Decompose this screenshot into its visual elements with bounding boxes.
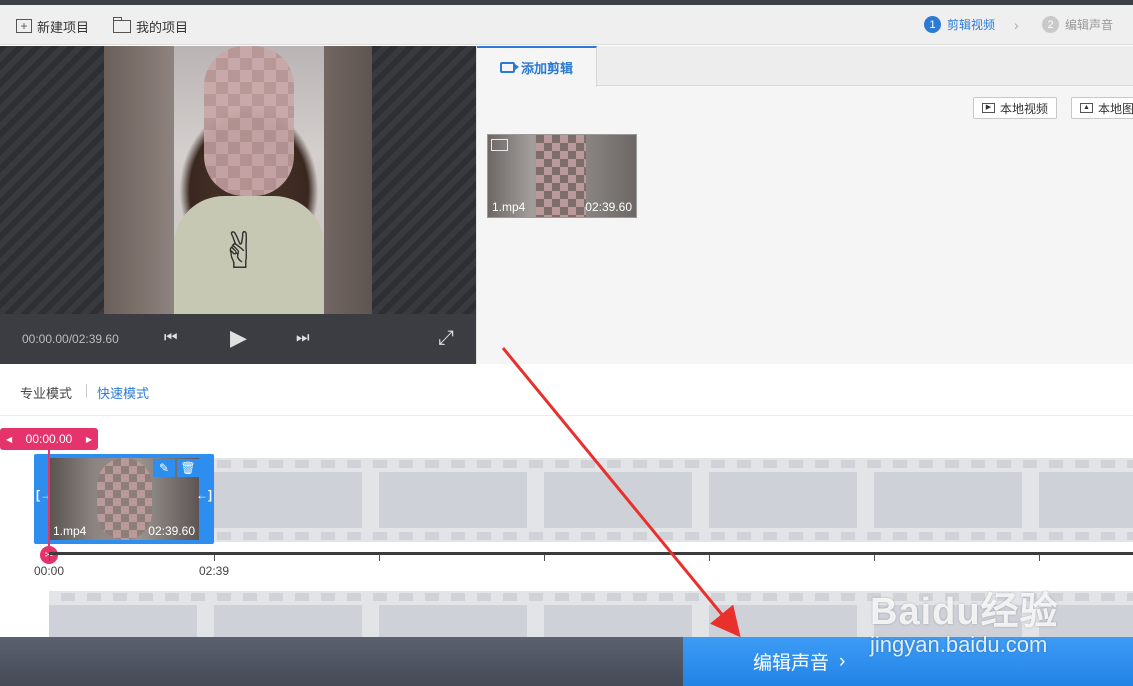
folder-icon bbox=[113, 16, 131, 33]
video-preview[interactable]: ✌ bbox=[0, 46, 476, 314]
new-project-label: 新建项目 bbox=[37, 19, 90, 35]
local-video-button[interactable]: ▶ 本地视频 bbox=[973, 97, 1058, 119]
playhead-time: 00:00.00 bbox=[25, 432, 73, 446]
mode-pro[interactable]: 专业模式 bbox=[20, 383, 72, 402]
thumbnail-duration: 02:39.60 bbox=[585, 200, 632, 214]
time-ruler[interactable] bbox=[49, 552, 1133, 555]
clip-filename: 1.mp4 bbox=[53, 524, 87, 538]
step-edit-audio[interactable]: 2 编辑声音 bbox=[1042, 16, 1113, 33]
chevron-right-icon: › bbox=[839, 650, 846, 672]
thumbnail-filename: 1.mp4 bbox=[492, 200, 526, 214]
ruler-tick bbox=[709, 555, 710, 561]
pencil-icon[interactable]: ✎ bbox=[153, 459, 175, 477]
step-2-label: 编辑声音 bbox=[1065, 18, 1114, 32]
new-project-button[interactable]: + 新建项目 bbox=[16, 16, 89, 36]
tab-add-clip-label: 添加剪辑 bbox=[520, 61, 573, 76]
mode-bar: 专业模式 快速模式 bbox=[0, 364, 1133, 416]
ruler-tick bbox=[49, 555, 50, 561]
media-panel: 添加剪辑 ▶ 本地视频 ▲ 本地图片 1.mp4 02:39.60 bbox=[476, 46, 1133, 364]
step-2-number: 2 bbox=[1042, 16, 1059, 33]
local-image-label: 本地图片 bbox=[1098, 101, 1133, 116]
secondary-track[interactable] bbox=[49, 591, 1133, 637]
previous-frame-icon[interactable]: ⏮ bbox=[164, 329, 178, 346]
local-video-label: 本地视频 bbox=[1000, 101, 1049, 116]
player-controls: 00:00.00/02:39.60 ⏮ ▶ ⏭ ⤢ bbox=[0, 314, 476, 364]
video-type-icon bbox=[491, 139, 508, 151]
tab-add-clip[interactable]: 添加剪辑 bbox=[477, 46, 597, 87]
local-image-button[interactable]: ▲ 本地图片 bbox=[1071, 97, 1133, 119]
trim-right-handle-icon[interactable]: ←] bbox=[196, 488, 212, 502]
timeline-clip[interactable]: [→ ←] ✎ 🗑 1.mp4 02:39.60 bbox=[34, 454, 214, 544]
next-frame-icon[interactable]: ⏭ bbox=[296, 329, 310, 346]
pixelated-face bbox=[204, 46, 294, 196]
clip-duration: 02:39.60 bbox=[148, 524, 195, 538]
timeline: [→ ←] ✎ 🗑 1.mp4 02:39.60 ◀ 00:00.00 ▶ ✂ … bbox=[0, 416, 1133, 637]
caret-right-icon[interactable]: ▶ bbox=[86, 435, 92, 444]
edit-audio-button[interactable]: 编辑声音 › bbox=[683, 637, 1133, 686]
video-camera-icon bbox=[499, 62, 519, 73]
pixelated-face bbox=[536, 135, 586, 217]
mode-divider bbox=[86, 384, 87, 398]
ruler-tick bbox=[214, 555, 215, 561]
image-file-icon: ▲ bbox=[1080, 103, 1093, 113]
fullscreen-icon[interactable]: ⤢ bbox=[438, 327, 454, 350]
timecode: 00:00.00/02:39.60 bbox=[22, 332, 119, 346]
step-1-number: 1 bbox=[924, 16, 941, 33]
play-icon[interactable]: ▶ bbox=[230, 325, 247, 351]
ruler-label-start: 00:00 bbox=[34, 564, 65, 578]
ruler-tick bbox=[379, 555, 380, 561]
caret-left-icon[interactable]: ◀ bbox=[6, 435, 12, 444]
playhead-line[interactable] bbox=[48, 450, 50, 554]
ruler-tick bbox=[544, 555, 545, 561]
bottom-bar: 编辑声音 › bbox=[0, 637, 1133, 686]
ruler-label-end: 02:39 bbox=[199, 564, 230, 578]
my-projects-button[interactable]: 我的项目 bbox=[113, 16, 188, 36]
pixelated-face bbox=[97, 458, 152, 540]
plus-box-icon: + bbox=[16, 19, 32, 33]
peace-sticker-icon: ✌ bbox=[219, 223, 261, 279]
toolbar: + 新建项目 我的项目 1 剪辑视频 › 2 编辑声音 bbox=[0, 5, 1133, 45]
chevron-right-icon: › bbox=[1014, 17, 1019, 33]
step-1-label: 剪辑视频 bbox=[947, 18, 996, 32]
my-projects-label: 我的项目 bbox=[136, 19, 189, 35]
edit-audio-label: 编辑声音 bbox=[753, 653, 830, 674]
panel-tabs: 添加剪辑 bbox=[477, 46, 1133, 87]
preview-frame: ✌ bbox=[104, 46, 372, 314]
ruler-tick bbox=[1039, 555, 1040, 561]
ruler-tick bbox=[874, 555, 875, 561]
media-thumbnail[interactable]: 1.mp4 02:39.60 bbox=[487, 134, 637, 218]
step-edit-video[interactable]: 1 剪辑视频 bbox=[924, 16, 995, 33]
mode-fast[interactable]: 快速模式 bbox=[97, 383, 149, 402]
video-file-icon: ▶ bbox=[982, 103, 995, 113]
trash-icon[interactable]: 🗑 bbox=[177, 459, 199, 477]
playhead-time-label[interactable]: ◀ 00:00.00 ▶ bbox=[0, 428, 98, 450]
